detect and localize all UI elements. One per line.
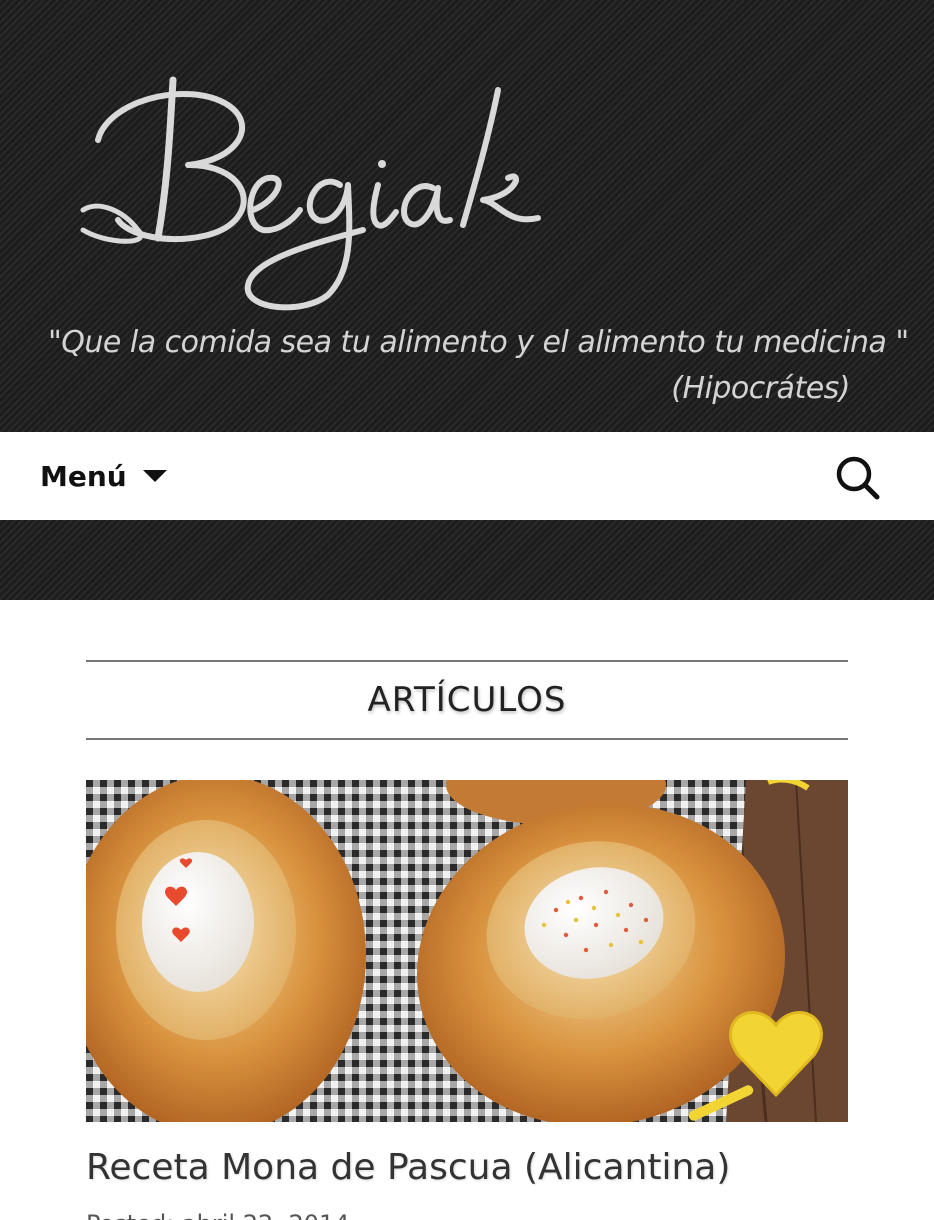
main-content: ARTÍCULOS Receta Mona de Pascua (Alicant… xyxy=(86,600,848,1220)
section-heading: ARTÍCULOS xyxy=(86,660,848,740)
site-tagline: "Que la comida sea tu alimento y el alim… xyxy=(0,320,909,412)
decorative-band xyxy=(0,520,934,600)
tagline-quote: "Que la comida sea tu alimento y el alim… xyxy=(48,325,909,360)
site-header: "Que la comida sea tu alimento y el alim… xyxy=(0,0,934,432)
featured-image[interactable] xyxy=(86,780,848,1122)
site-logo[interactable] xyxy=(78,60,558,320)
post-date: Posted: abril 22, 2014 xyxy=(86,1210,848,1220)
menu-label: Menú xyxy=(40,459,127,493)
caret-down-icon xyxy=(142,470,167,482)
post-title-link[interactable]: Receta Mona de Pascua (Alicantina) xyxy=(86,1144,848,1192)
search-icon[interactable] xyxy=(834,454,882,502)
menu-toggle-button[interactable]: Menú xyxy=(40,454,167,498)
tagline-author: (Hipocrátes) xyxy=(671,371,850,406)
main-navbar: Menú xyxy=(0,432,934,520)
section-title: ARTÍCULOS xyxy=(367,680,567,720)
